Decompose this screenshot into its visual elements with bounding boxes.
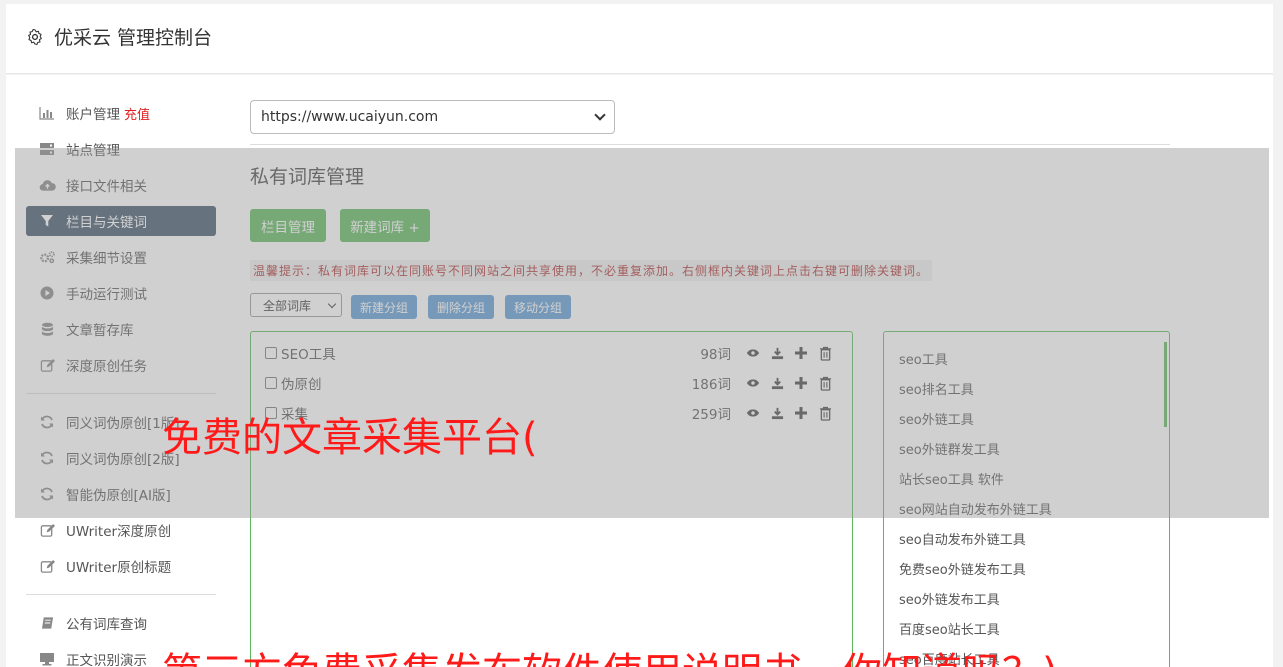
sidebar-item-uwriter-title[interactable]: UWriter原创标题 xyxy=(26,548,216,584)
divider xyxy=(250,144,1170,145)
sidebar-divider xyxy=(26,594,216,595)
keyword-item[interactable]: seo外链发布工具 xyxy=(899,589,1000,608)
watermark-text: 免费的文章采集平台( xyxy=(162,415,538,461)
watermark-text-bottom: 第三方免费采集发布软件使用说明书 你知道吗？) xyxy=(162,640,1058,667)
sidebar-item-label: UWriter原创标题 xyxy=(66,560,172,576)
sidebar-item-label: 公有词库查询 xyxy=(66,617,147,633)
sidebar-item-public-library[interactable]: 公有词库查询 xyxy=(26,605,216,641)
app-title-text: 优采云 管理控制台 xyxy=(54,27,213,49)
edit-icon xyxy=(38,522,56,538)
keyword-item[interactable]: 百度seo站长工具 xyxy=(899,619,1000,638)
chevron-down-icon xyxy=(594,109,606,121)
sidebar-item-label: 正文识别演示 xyxy=(66,653,147,667)
watermark-text-left: 第三方免费采集发布软件使用说明书 xyxy=(162,650,802,667)
watermark-text-right: 你知道吗？) xyxy=(842,650,1058,667)
site-select[interactable]: https://www.ucaiyun.com xyxy=(250,100,615,134)
book-icon xyxy=(38,615,56,631)
sidebar-item-label: 账户管理 xyxy=(66,107,120,123)
sidebar-item-label: UWriter深度原创 xyxy=(66,524,172,540)
top-header: 优采云 管理控制台 xyxy=(6,4,1273,74)
recharge-link[interactable]: 充值 xyxy=(124,104,150,123)
keyword-item[interactable]: 免费seo外链发布工具 xyxy=(899,559,1026,578)
monitor-icon xyxy=(38,651,56,667)
bar-chart-icon xyxy=(38,105,56,121)
keyword-item[interactable]: seo自动发布外链工具 xyxy=(899,529,1026,548)
edit-icon xyxy=(38,558,56,574)
site-select-value: https://www.ucaiyun.com xyxy=(261,109,439,125)
gear-icon xyxy=(28,28,42,45)
app-title: 优采云 管理控制台 xyxy=(26,23,212,50)
sidebar-item-account[interactable]: 账户管理 充值 xyxy=(26,95,216,131)
